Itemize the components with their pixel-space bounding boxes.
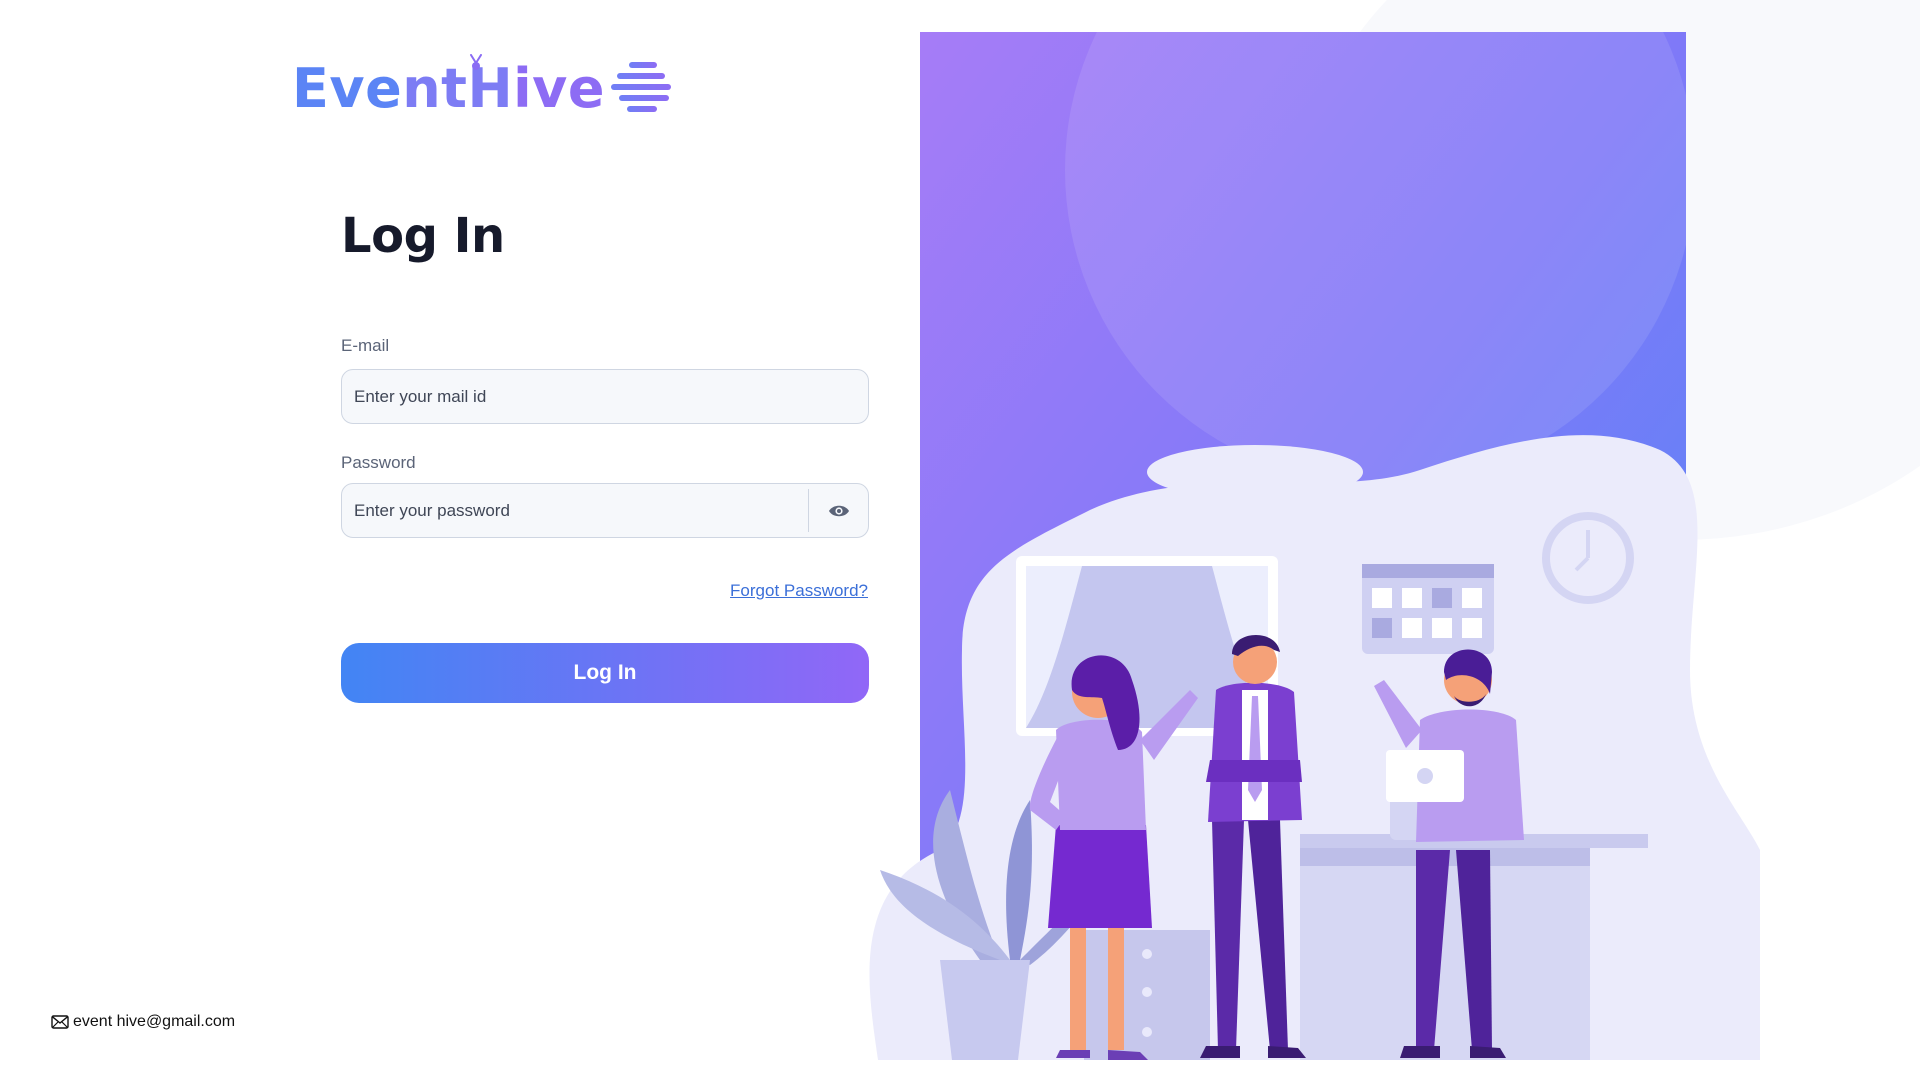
eye-icon bbox=[828, 505, 849, 516]
logo-antenna-icon bbox=[470, 54, 482, 70]
login-page: EventHive Log In E-mail Password bbox=[0, 0, 1920, 1080]
contact-email: event hive@gmail.com bbox=[51, 1013, 235, 1031]
floor-spot bbox=[1147, 445, 1363, 499]
forgot-password-link[interactable]: Forgot Password? bbox=[730, 581, 868, 601]
email-label: E-mail bbox=[341, 336, 390, 355]
password-label: Password bbox=[341, 453, 416, 472]
office-team-illustration bbox=[869, 30, 1760, 1060]
logo-wordmark: EventHive bbox=[292, 54, 605, 116]
email-field-wrapper bbox=[341, 369, 869, 424]
page-title: Log In bbox=[341, 208, 505, 264]
password-field-wrapper bbox=[341, 483, 869, 538]
mail-icon bbox=[51, 1015, 69, 1029]
contact-email-text: event hive@gmail.com bbox=[73, 1013, 236, 1030]
hive-stripes-icon bbox=[611, 62, 672, 112]
email-input[interactable] bbox=[342, 370, 868, 423]
logo-text: EventHive bbox=[292, 57, 606, 120]
password-input[interactable] bbox=[342, 484, 808, 537]
toggle-password-visibility-button[interactable] bbox=[808, 489, 868, 532]
login-button[interactable]: Log In bbox=[341, 643, 869, 703]
brand-logo: EventHive bbox=[292, 54, 673, 118]
